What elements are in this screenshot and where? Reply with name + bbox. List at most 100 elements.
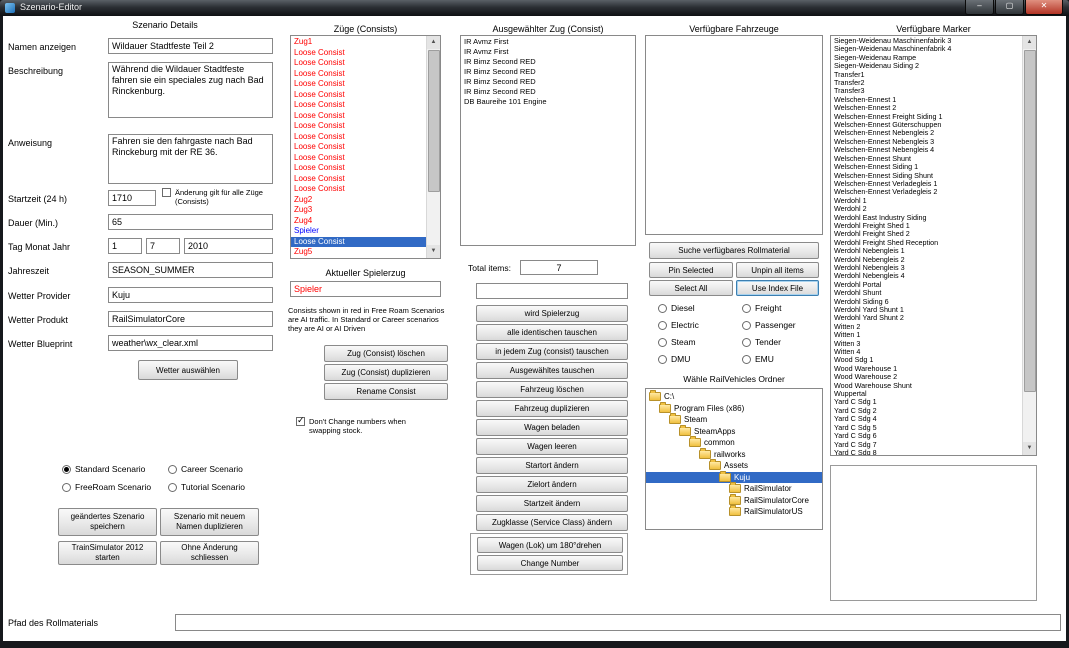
consist-list-item[interactable]: Loose Consist: [291, 100, 427, 111]
minimize-button[interactable]: –: [965, 0, 994, 15]
weather-provider-input[interactable]: [108, 287, 273, 303]
consist-list-item[interactable]: Loose Consist: [291, 79, 427, 90]
duration-input[interactable]: [108, 214, 273, 230]
consist-list-item[interactable]: Zug4: [291, 216, 427, 227]
consist-action-button[interactable]: wird Spielerzug: [476, 305, 628, 322]
consist-list-item[interactable]: Loose Consist: [291, 184, 427, 195]
scroll-down-icon[interactable]: [1023, 442, 1036, 455]
year-input[interactable]: [184, 238, 273, 254]
scenario-name-input[interactable]: [108, 38, 273, 54]
vehicle-list-item[interactable]: IR Bimz Second RED: [461, 77, 635, 87]
scenario-type-radio[interactable]: FreeRoam Scenario: [62, 482, 168, 492]
rotate-wagon-button[interactable]: Wagen (Lok) um 180°drehen: [477, 537, 623, 553]
scroll-up-icon[interactable]: [427, 36, 440, 49]
available-vehicles-listbox[interactable]: [645, 35, 823, 235]
consists-listbox[interactable]: Zug1 Loose Consist Loose Consist Loose C…: [290, 35, 441, 259]
consist-list-item[interactable]: Loose Consist: [291, 58, 427, 69]
consists-scrollbar[interactable]: [426, 36, 440, 258]
consist-action-button[interactable]: Zugklasse (Service Class) ändern: [476, 514, 628, 531]
consist-list-item[interactable]: Loose Consist: [291, 90, 427, 101]
tree-item[interactable]: SteamApps: [646, 426, 822, 438]
pin-selected-button[interactable]: Pin Selected: [649, 262, 733, 278]
consist-list-item[interactable]: Loose Consist: [291, 163, 427, 174]
vehicle-list-item[interactable]: IR Avmz First: [461, 37, 635, 47]
title-bar[interactable]: Szenario-Editor – ▢ ✕: [0, 0, 1069, 16]
consist-action-button[interactable]: alle identischen tauschen: [476, 324, 628, 341]
scenario-type-radio[interactable]: Standard Scenario: [62, 464, 168, 474]
tree-item[interactable]: Assets: [646, 460, 822, 472]
select-all-button[interactable]: Select All: [649, 280, 733, 296]
vehicle-type-radio[interactable]: Passenger: [742, 320, 820, 330]
vehicle-list-item[interactable]: IR Bimz Second RED: [461, 57, 635, 67]
marker-list-item[interactable]: Yard C Sdg 8: [831, 449, 1023, 455]
consist-list-item[interactable]: Loose Consist: [291, 237, 427, 248]
duplicate-scenario-button[interactable]: Szenario mit neuem Namen duplizieren: [160, 508, 259, 536]
rename-consist-button[interactable]: Rename Consist: [324, 383, 448, 400]
day-input[interactable]: [108, 238, 142, 254]
consist-list-item[interactable]: Loose Consist: [291, 174, 427, 185]
vehicle-type-radio[interactable]: Tender: [742, 337, 820, 347]
consist-list-item[interactable]: Zug3: [291, 205, 427, 216]
consist-action-button[interactable]: Fahrzeug löschen: [476, 381, 628, 398]
weather-blueprint-input[interactable]: [108, 335, 273, 351]
consist-action-button[interactable]: Fahrzeug duplizieren: [476, 400, 628, 417]
consist-list-item[interactable]: Loose Consist: [291, 142, 427, 153]
vehicle-type-radio[interactable]: Diesel: [658, 303, 742, 313]
duplicate-consist-button[interactable]: Zug (Consist) duplizieren: [324, 364, 448, 381]
month-input[interactable]: [146, 238, 180, 254]
scenario-type-radio[interactable]: Tutorial Scenario: [168, 482, 274, 492]
consist-action-button[interactable]: Wagen beladen: [476, 419, 628, 436]
tree-item[interactable]: C:\: [646, 391, 822, 403]
scroll-thumb[interactable]: [1024, 50, 1036, 392]
consist-action-button[interactable]: Startzeit ändern: [476, 495, 628, 512]
vehicle-type-radio[interactable]: Freight: [742, 303, 820, 313]
maximize-button[interactable]: ▢: [995, 0, 1024, 15]
scenario-type-radio[interactable]: Career Scenario: [168, 464, 274, 474]
choose-weather-button[interactable]: Wetter auswählen: [138, 360, 238, 380]
current-player-input[interactable]: [290, 281, 441, 297]
consist-list-item[interactable]: Zug2: [291, 195, 427, 206]
vehicle-list-item[interactable]: IR Bimz Second RED: [461, 87, 635, 97]
selected-consist-listbox[interactable]: IR Avmz First IR Avmz First IR Bimz Seco…: [460, 35, 636, 246]
start-simulator-button[interactable]: TrainSimulator 2012 starten: [58, 541, 157, 565]
weather-product-input[interactable]: [108, 311, 273, 327]
dont-change-numbers-checkbox[interactable]: Don't Change numbers when swapping stock…: [296, 417, 428, 435]
search-rollingstock-button[interactable]: Suche verfügbares Rollmaterial: [649, 242, 819, 259]
consist-list-item[interactable]: Loose Consist: [291, 132, 427, 143]
total-items-field[interactable]: [520, 260, 598, 275]
scroll-down-icon[interactable]: [427, 245, 440, 258]
use-index-file-button[interactable]: Use Index File: [736, 280, 819, 296]
description-input[interactable]: Während die Wildauer Stadtfeste fahren s…: [108, 62, 273, 118]
close-without-saving-button[interactable]: Ohne Änderung schliessen: [160, 541, 259, 565]
vehicle-type-radio[interactable]: Electric: [658, 320, 742, 330]
instruction-input[interactable]: Fahren sie den fahrgaste nach Bad Rincke…: [108, 134, 273, 184]
consist-action-button[interactable]: Wagen leeren: [476, 438, 628, 455]
consist-list-item[interactable]: Zug1: [291, 37, 427, 48]
consist-list-item[interactable]: Loose Consist: [291, 153, 427, 164]
tree-item[interactable]: Steam: [646, 414, 822, 426]
markers-listbox[interactable]: Siegen-Weidenau Maschinenfabrik 3 Siegen…: [830, 35, 1037, 456]
consist-list-item[interactable]: Loose Consist: [291, 121, 427, 132]
vehicle-list-item[interactable]: IR Avmz First: [461, 47, 635, 57]
consist-action-button[interactable]: Startort ändern: [476, 457, 628, 474]
consist-action-button[interactable]: Ausgewähltes tauschen: [476, 362, 628, 379]
consist-list-item[interactable]: Zug5: [291, 247, 427, 258]
season-input[interactable]: [108, 262, 273, 278]
consist-action-button[interactable]: Zielort ändern: [476, 476, 628, 493]
vehicle-list-item[interactable]: DB Baureihe 101 Engine: [461, 97, 635, 107]
start-time-input[interactable]: [108, 190, 156, 206]
tree-item[interactable]: railworks: [646, 449, 822, 461]
unpin-all-button[interactable]: Unpin all items: [736, 262, 819, 278]
railvehicles-tree[interactable]: C:\ Program Files (x86) Steam SteamApps …: [645, 388, 823, 530]
tree-item[interactable]: RailSimulator: [646, 483, 822, 495]
scroll-thumb[interactable]: [428, 50, 440, 192]
tree-item[interactable]: RailSimulatorUS: [646, 506, 822, 518]
change-number-button[interactable]: Change Number: [477, 555, 623, 571]
consist-list-item[interactable]: Loose Consist: [291, 48, 427, 59]
markers-scrollbar[interactable]: [1022, 36, 1036, 455]
consist-action-button[interactable]: in jedem Zug (consist) tauschen: [476, 343, 628, 360]
vehicle-type-radio[interactable]: Steam: [658, 337, 742, 347]
consist-list-item[interactable]: Loose Consist: [291, 111, 427, 122]
rollmaterial-path-input[interactable]: [175, 614, 1061, 631]
apply-all-trains-checkbox[interactable]: Änderung gilt für alle Züge (Consists): [162, 188, 274, 206]
